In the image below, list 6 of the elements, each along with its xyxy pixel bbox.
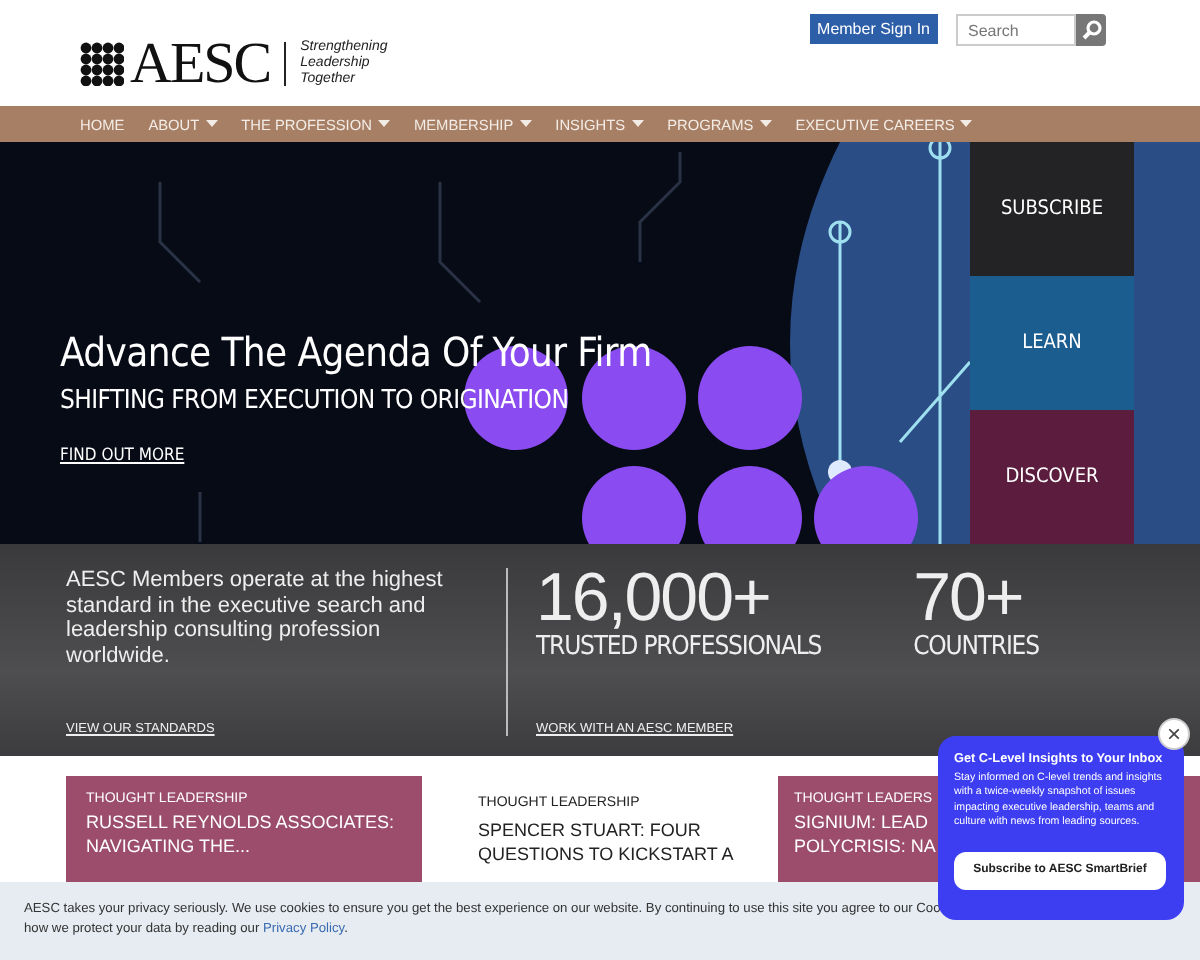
- stat-label: TRUSTED PROFESSIONALS: [536, 632, 822, 662]
- stat-value: 16,000+: [536, 564, 770, 632]
- stat-label: COUNTRIES: [913, 632, 1039, 662]
- logo-text: AESC: [130, 31, 271, 97]
- stat-value: 70+: [913, 564, 1023, 632]
- intro-text: AESC Members operate at the highest standard in the executive search and leadership consulting profession worldwide.: [66, 568, 445, 668]
